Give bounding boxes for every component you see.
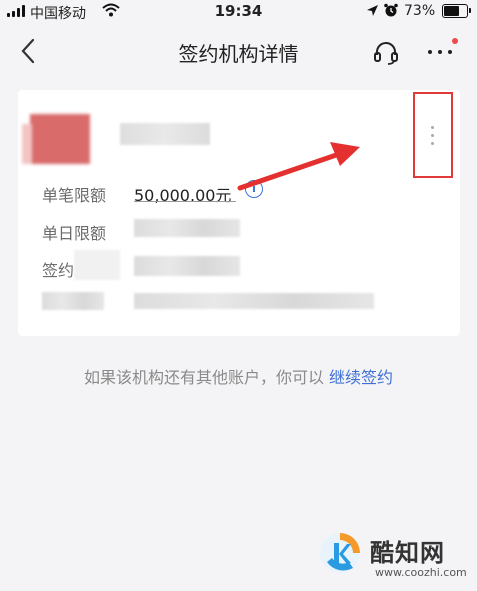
daily-limit-label: 单日限额: [42, 224, 107, 243]
daily-limit-value-redacted: [134, 219, 240, 237]
status-bar: 中国移动 19:34 73%: [0, 0, 477, 24]
row4-value-redacted: [134, 293, 374, 309]
alarm-clock-icon: [384, 3, 398, 17]
notification-badge: [452, 38, 458, 44]
continue-sign-link[interactable]: 继续签约: [329, 368, 393, 387]
prompt-text: 如果该机构还有其他账户，你可以: [83, 368, 324, 387]
amount-underline: [134, 201, 236, 202]
institution-logo: [22, 114, 90, 164]
location-arrow-icon: [367, 5, 378, 16]
battery-icon: [442, 4, 471, 18]
customer-service-headset-icon[interactable]: [372, 39, 400, 67]
card-options-button[interactable]: [413, 92, 453, 178]
single-limit-value: 50,000.00元: [134, 186, 232, 205]
sign-date-redacted: [134, 256, 240, 276]
nav-bar: 签约机构详情: [0, 24, 477, 80]
continue-sign-prompt: 如果该机构还有其他账户，你可以 继续签约: [0, 364, 477, 388]
battery-percent: 73%: [404, 3, 436, 19]
institution-name-redacted: [120, 123, 210, 145]
sign-label-redacted: [74, 250, 120, 280]
watermark-name: 酷知网: [370, 539, 445, 567]
page-title: 签约机构详情: [178, 42, 299, 66]
single-limit-label: 单笔限额: [42, 186, 107, 205]
watermark-url: www.coozhi.com: [375, 566, 467, 579]
more-dots-icon: [428, 50, 452, 54]
vertical-dots-icon: [431, 126, 434, 145]
info-icon[interactable]: i: [245, 180, 263, 198]
coozhi-logo-icon: [320, 533, 360, 573]
sign-label: 签约: [42, 261, 75, 280]
row4-label-redacted: [42, 292, 104, 310]
more-options-button[interactable]: [426, 38, 462, 68]
